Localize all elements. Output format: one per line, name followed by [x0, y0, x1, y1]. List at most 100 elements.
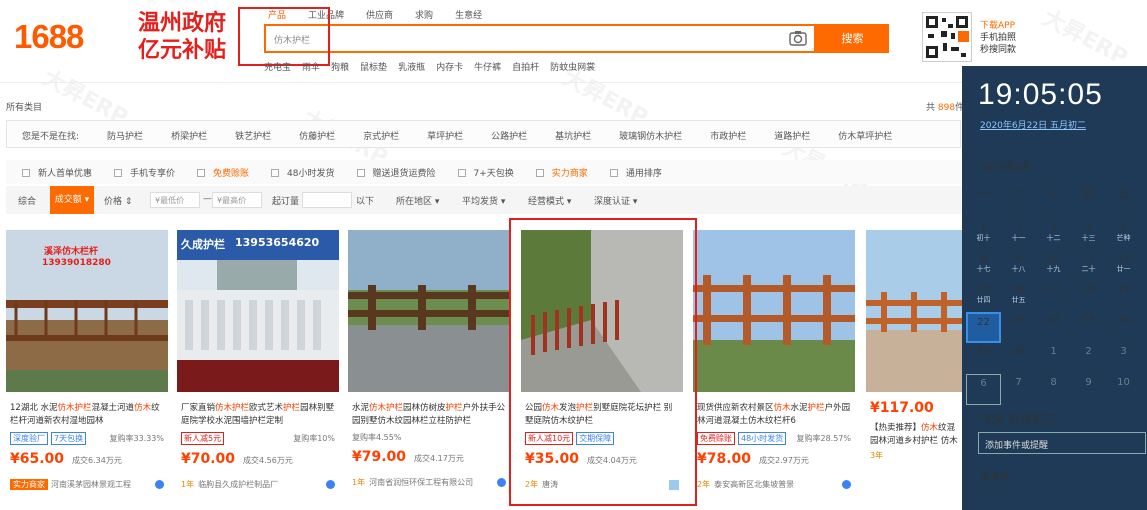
filter-general-sort[interactable]: 通用排序 [609, 166, 662, 179]
moq-input[interactable] [302, 192, 352, 208]
search-tab[interactable]: 生意经 [455, 8, 482, 21]
chat-icon[interactable] [497, 478, 506, 487]
hot-word[interactable]: 鼠标垫 [360, 60, 387, 73]
calendar-day[interactable]: 3 [1106, 343, 1141, 374]
category-link[interactable]: 京式护栏 [363, 129, 399, 142]
calendar-day[interactable]: 6 [966, 374, 1001, 405]
category-link[interactable]: 草坪护栏 [427, 129, 463, 142]
camera-icon[interactable] [789, 30, 807, 46]
depth-cert-dropdown[interactable]: 深度认证 ▾ [594, 194, 637, 207]
search-button[interactable]: 搜索 [816, 24, 889, 53]
calendar-day[interactable]: 1 初十 [966, 219, 1001, 250]
app-download[interactable]: 下载APP 手机拍照 秒搜同款 [980, 20, 1016, 56]
search-box[interactable] [264, 24, 816, 53]
calendar-day[interactable]: 2 十一 [1001, 219, 1036, 250]
checkbox[interactable] [197, 168, 206, 177]
all-categories[interactable]: 所有类目 [6, 100, 42, 113]
shop-name[interactable]: 河南溪茅园林景观工程 [51, 479, 131, 490]
product-title[interactable]: 【热卖推荐】仿木纹混园林河道乡村护栏 仿木纹栏 [870, 422, 958, 448]
filter-48h[interactable]: 48小时发货 [271, 166, 335, 179]
chat-icon[interactable] [326, 480, 335, 489]
chat-icon[interactable] [842, 480, 851, 489]
calendar-day[interactable]: 16 廿五 [1001, 281, 1036, 312]
calendar-day[interactable]: 1 [1036, 343, 1071, 374]
category-link[interactable]: 仿藤护栏 [299, 129, 335, 142]
category-link[interactable]: 仿木草坪护栏 [838, 129, 892, 142]
calendar-day[interactable]: 15 廿四 [966, 281, 1001, 312]
product-card[interactable]: ¥117.00 【热卖推荐】仿木纹混园林河道乡村护栏 仿木纹栏 3年 [866, 230, 962, 510]
product-image[interactable]: 久成护栏 13953654620 [177, 230, 339, 392]
checkbox[interactable] [22, 168, 30, 177]
category-link[interactable]: 道路护栏 [774, 129, 810, 142]
category-link[interactable]: 基坑护栏 [555, 129, 591, 142]
calendar-day[interactable]: 10 [1106, 374, 1141, 405]
calendar-day[interactable]: 17 [1036, 281, 1071, 312]
calendar-day[interactable]: 29 [966, 343, 1001, 374]
calendar-day[interactable]: 9 [1071, 374, 1106, 405]
shop-name[interactable]: 临朐县久成护栏制品厂 [198, 479, 278, 490]
product-title[interactable]: 现货供应新农村景区仿木水泥护栏户外园林河道混凝土仿木纹栏杆6 [697, 402, 851, 428]
filter-mobile-price[interactable]: 手机专享价 [114, 166, 175, 179]
shop-name[interactable]: 河南省润恒环保工程有限公司 [369, 477, 473, 488]
calendar-day[interactable]: 8 十七 [966, 250, 1001, 281]
hot-word[interactable]: 防蚊虫网裳 [550, 60, 595, 73]
category-link[interactable]: 铁艺护栏 [235, 129, 271, 142]
filter-new-user[interactable]: 新人首单优惠 [22, 166, 92, 179]
category-link[interactable]: 桥梁护栏 [171, 129, 207, 142]
checkbox[interactable] [457, 168, 466, 177]
clock-date[interactable]: 2020年6月22日 五月初二 [980, 118, 1086, 131]
calendar-day-selected[interactable]: 22 [966, 312, 1001, 343]
calendar-day[interactable]: 26 [1106, 312, 1141, 343]
site-logo[interactable]: 1688 [14, 18, 84, 56]
product-image[interactable] [348, 230, 510, 392]
calendar-day[interactable]: 4 十三 [1071, 219, 1106, 250]
checkbox[interactable] [356, 168, 365, 177]
promo-banner[interactable]: 温州政府 亿元补贴 [138, 10, 226, 64]
hot-word[interactable]: 狗粮 [331, 60, 349, 73]
search-tab[interactable]: 求购 [415, 8, 433, 21]
filter-7day-exchange[interactable]: 7+天包换 [457, 166, 514, 179]
biz-mode-dropdown[interactable]: 经营模式 ▾ [528, 194, 571, 207]
product-title[interactable]: 厂家直销仿木护栏欧式艺术护栏园林别墅庭院学校水泥围墙护栏定制 [181, 402, 335, 428]
calendar-day[interactable]: 2 [1071, 343, 1106, 374]
category-link[interactable]: 市政护栏 [710, 129, 746, 142]
sort-price[interactable]: 价格 ⇕ [104, 194, 132, 207]
calendar-day[interactable]: 3 十二 [1036, 219, 1071, 250]
calendar-day[interactable]: 10 十九 [1036, 250, 1071, 281]
filter-free-credit[interactable]: 免费赊账 [197, 166, 249, 179]
product-image[interactable]: 溪泽仿木栏杆 13939018280 [6, 230, 168, 392]
shop-name[interactable]: 泰安高新区北集坡普景 [714, 479, 794, 490]
product-card[interactable]: 水泥仿木护栏园林仿树皮护栏户外扶手公园别墅仿木纹园林栏立柱防护栏 复购率4.55… [348, 230, 510, 510]
checkbox[interactable] [271, 168, 280, 177]
calendar-day[interactable]: 7 [1001, 374, 1036, 405]
product-card[interactable]: 现货供应新农村景区仿木水泥护栏户外园林河道混凝土仿木纹栏杆6 免费赊账 48小时发… [693, 230, 855, 510]
hot-word[interactable]: 牛仔裤 [474, 60, 501, 73]
category-link[interactable]: 防马护栏 [107, 129, 143, 142]
max-price-input[interactable]: ¥最高价 [212, 192, 262, 208]
checkbox[interactable] [609, 168, 618, 177]
checkbox[interactable] [114, 168, 123, 177]
calendar-day[interactable]: 9 十八 [1001, 250, 1036, 281]
product-card[interactable]: 溪泽仿木栏杆 13939018280 12湖北 水泥仿木护栏混凝土河道仿木纹栏杆… [6, 230, 168, 510]
calendar-day[interactable]: 24 [1036, 312, 1071, 343]
chat-icon[interactable] [155, 480, 164, 489]
calendar-day[interactable]: 23 [1001, 312, 1036, 343]
calendar-day[interactable]: 11 二十 [1071, 250, 1106, 281]
region-dropdown[interactable]: 所在地区 ▾ [396, 194, 439, 207]
calendar-month[interactable]: 2020年6月 [980, 158, 1032, 173]
hot-word[interactable]: 乳液瓶 [398, 60, 425, 73]
product-title[interactable]: 12湖北 水泥仿木护栏混凝土河道仿木纹栏杆河道新农村湿地园林 [10, 402, 164, 428]
calendar-day[interactable]: 19 [1106, 281, 1141, 312]
filter-strong-merchant[interactable]: 实力商家 [535, 166, 588, 179]
hot-word[interactable]: 充电宝 [264, 60, 291, 73]
filter-return-insurance[interactable]: 赠送退货运费险 [356, 166, 436, 179]
calendar-day[interactable]: 12 廿一 [1106, 250, 1141, 281]
category-link[interactable]: 公路护栏 [491, 129, 527, 142]
sort-comprehensive[interactable]: 综合 [18, 194, 36, 207]
calendar-day[interactable]: 25 [1071, 312, 1106, 343]
calendar-day[interactable]: 5 芒种 [1106, 219, 1141, 250]
hot-word[interactable]: 雨伞 [302, 60, 320, 73]
product-card[interactable]: 久成护栏 13953654620 厂家直销仿木护栏欧式艺术护栏园林别墅庭院学校水… [177, 230, 339, 510]
calendar-day[interactable]: 8 [1036, 374, 1071, 405]
avg-ship-dropdown[interactable]: 平均发货 ▾ [462, 194, 505, 207]
